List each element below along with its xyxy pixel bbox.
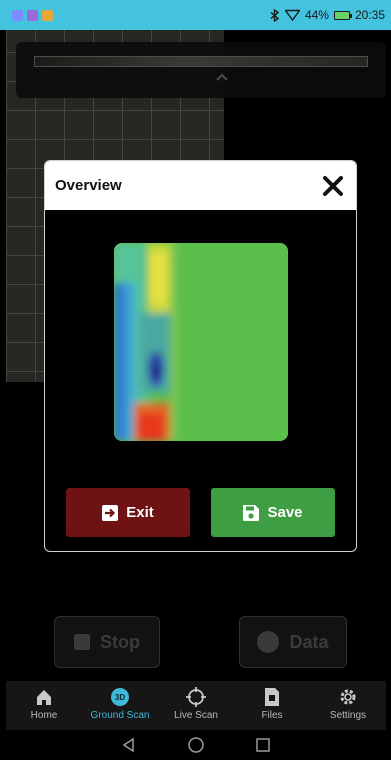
exit-label: Exit <box>126 504 154 521</box>
gear-icon <box>338 687 358 707</box>
file-icon <box>262 687 282 707</box>
exit-button[interactable]: Exit <box>66 488 190 537</box>
system-navigation-bar <box>0 730 391 760</box>
nav-label-files: Files <box>261 710 283 721</box>
bluetooth-icon <box>270 8 280 22</box>
nav-item-settings[interactable]: Settings <box>310 681 386 730</box>
nav-label-live-scan: Live Scan <box>174 710 218 721</box>
notification-icons <box>12 9 53 21</box>
home-icon <box>34 687 54 707</box>
mail-notification-icon <box>42 9 53 21</box>
nav-item-files[interactable]: Files <box>234 681 310 730</box>
crosshair-icon <box>186 687 206 707</box>
nav-label-settings: Settings <box>329 710 367 721</box>
nav-item-live-scan[interactable]: Live Scan <box>158 681 234 730</box>
dialog-header: Overview <box>45 161 356 210</box>
save-label: Save <box>267 504 303 521</box>
home-circle-icon[interactable] <box>187 736 205 754</box>
nav-badge-3d: 3D <box>111 688 129 706</box>
3d-badge-icon: 3D <box>110 687 130 707</box>
battery-percent: 44% <box>304 8 329 22</box>
status-bar: 44% 20:35 <box>0 0 391 30</box>
nav-label-home: Home <box>30 710 58 721</box>
nav-item-home[interactable]: Home <box>6 681 82 730</box>
nav-item-ground-scan[interactable]: 3D Ground Scan <box>82 681 158 730</box>
overview-dialog: Overview Exit Save <box>44 160 357 552</box>
app-notification-icon <box>12 9 23 21</box>
bottom-navigation: Home 3D Ground Scan Live Scan Files Sett… <box>6 681 386 730</box>
close-icon[interactable] <box>320 173 346 199</box>
clock: 20:35 <box>354 8 385 22</box>
wifi-icon <box>284 9 300 21</box>
scan-heatmap-preview <box>114 243 288 441</box>
nav-label-ground-scan: Ground Scan <box>90 710 150 721</box>
floppy-disk-icon <box>243 504 260 521</box>
app-notification-icon <box>27 9 38 21</box>
back-icon[interactable] <box>121 737 137 753</box>
battery-icon <box>333 10 352 20</box>
exit-icon <box>102 504 119 521</box>
dialog-title: Overview <box>55 177 122 194</box>
save-button[interactable]: Save <box>211 488 335 537</box>
recents-icon[interactable] <box>255 737 271 753</box>
